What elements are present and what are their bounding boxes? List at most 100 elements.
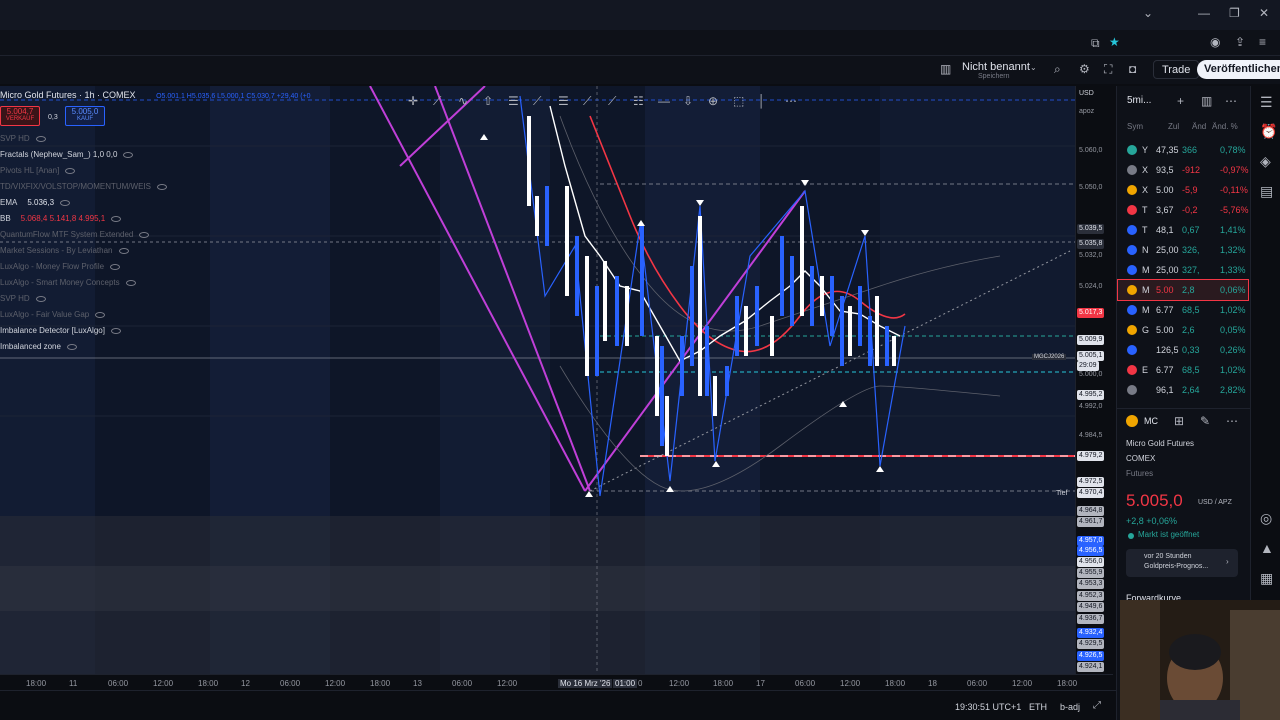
eye-icon[interactable] (111, 215, 122, 222)
ruler-icon[interactable]: ⟋ (533, 95, 541, 107)
trade-button[interactable]: Trade (1153, 60, 1200, 79)
indicator-item[interactable]: Fractals (Nephew_Sam_) 1,0 0,0 (0, 150, 134, 159)
indicator-item[interactable]: LuxAlgo - Smart Money Concepts (0, 278, 136, 287)
eye-icon[interactable] (125, 279, 136, 286)
eye-icon[interactable] (156, 183, 167, 190)
maximize-icon[interactable]: ❐ (1229, 6, 1240, 20)
camera-icon[interactable]: ◘ (1129, 63, 1136, 75)
eye-icon[interactable] (35, 135, 46, 142)
watchlist-row[interactable]: X 93,5 -912 -0,97% (1118, 160, 1249, 180)
indicator-item[interactable]: Market Sessions - By Leviathan (0, 246, 129, 255)
indicator-item[interactable]: LuxAlgo - Fair Value Gap (0, 310, 106, 319)
layout-name[interactable]: Nicht benannt (962, 61, 1030, 73)
vertical-line-icon[interactable]: │ (758, 95, 766, 107)
eye-icon[interactable] (139, 231, 150, 238)
arrow-down-icon[interactable]: ⇩ (683, 95, 693, 107)
list-icon[interactable]: ☷ (633, 95, 644, 107)
expand-icon[interactable]: ⤢ (1093, 701, 1101, 711)
indicator-item[interactable]: Imbalanced zone (0, 342, 77, 351)
adjustment-toggle[interactable]: b-adj (1060, 702, 1080, 712)
horizontal-line-icon[interactable]: — (658, 95, 670, 107)
col-change[interactable]: Änd (1192, 122, 1206, 131)
target-icon[interactable]: ◎ (1260, 511, 1272, 525)
eye-icon[interactable] (66, 343, 77, 350)
sell-button[interactable]: 5.004,7 VERKAUF (0, 106, 40, 126)
watchlist-row[interactable]: E 6.77 68,5 1,02% (1118, 360, 1248, 380)
menu-icon[interactable]: ≡ (1259, 36, 1266, 48)
trend-line-icon[interactable]: ⟋ (433, 95, 441, 107)
currency-label[interactable]: USD (1079, 90, 1094, 97)
indicator-item[interactable]: SVP HD (0, 294, 46, 303)
watchlist-title[interactable]: 5mi... (1127, 95, 1151, 106)
watchlist-row[interactable]: 96,1 2,64 2,82% (1118, 380, 1248, 400)
grid-icon[interactable]: ⊞ (1174, 415, 1184, 427)
time-axis[interactable]: 18:00 11 06:00 12:00 18:00 12 06:00 12:00 18:00 1… (0, 674, 1113, 690)
clock[interactable]: 19:30:51 UTC+1 (955, 702, 1021, 712)
more-icon[interactable]: ⋯ (1226, 415, 1238, 427)
symbol-title[interactable]: Micro Gold Futures · 1h · COMEX (0, 90, 136, 100)
eye-icon[interactable] (95, 311, 106, 318)
layout-grid-icon[interactable]: ▥ (940, 63, 951, 75)
indicator-item[interactable]: Pivots HL [Anan] (0, 166, 76, 175)
share-icon[interactable]: ⇪ (1235, 36, 1245, 48)
plus-icon[interactable]: + (1177, 95, 1184, 107)
watchlist-row[interactable]: M 6.77 68,5 1,02% (1118, 300, 1248, 320)
fullscreen-icon[interactable]: ⛶ (1104, 63, 1112, 75)
more-icon[interactable]: ⋯ (1225, 95, 1237, 107)
layers-icon[interactable]: ◈ (1260, 154, 1271, 168)
details-name[interactable]: Micro Gold Futures (1126, 439, 1194, 448)
star-icon[interactable]: ★ (1109, 36, 1120, 48)
watchlist-row[interactable]: M 25,00 327, 1,33% (1118, 260, 1248, 280)
eye-icon[interactable] (60, 199, 71, 206)
chart-icon[interactable]: ▦ (1260, 571, 1273, 585)
eye-icon[interactable] (118, 247, 129, 254)
cursor-icon[interactable]: ✛ (408, 95, 418, 107)
eye-icon[interactable] (110, 263, 121, 270)
unit-label[interactable]: apoz (1079, 108, 1094, 115)
watchlist-row[interactable]: 126,5 0,33 0,26% (1118, 340, 1248, 360)
publish-button[interactable]: Veröffentlichen (1197, 60, 1280, 79)
channel-icon[interactable]: ☰ (558, 95, 569, 107)
download-icon[interactable]: ⧉ (1091, 37, 1100, 49)
buy-button[interactable]: 5.005,0 KAUF (65, 106, 105, 126)
indicator-item[interactable]: TD/VIXFIX/VOLSTOP/MOMENTUM/WEIS (0, 182, 167, 191)
chevron-down-icon[interactable]: ⌄ (1030, 64, 1037, 72)
alert-icon[interactable]: ⏰ (1260, 124, 1277, 138)
price-chart[interactable] (0, 86, 1075, 674)
chart-canvas[interactable] (0, 86, 1075, 674)
indicator-item[interactable]: Imbalance Detector [LuxAlgo] (0, 326, 121, 335)
search-icon[interactable]: ⌕ (1054, 63, 1061, 75)
line-icon[interactable]: ⟋ (608, 95, 616, 107)
watchlist-row[interactable]: N 25,00 326, 1,32% (1118, 240, 1248, 260)
symbol-legend[interactable]: Micro Gold Futures · 1h · COMEX O5.001,1… (0, 90, 311, 100)
more-tools-icon[interactable]: ⋯ (785, 95, 797, 107)
ray-icon[interactable]: ⟋ (583, 95, 591, 107)
news-card[interactable]: vor 20 Stunden Goldpreis-Prognos... › (1126, 549, 1238, 577)
watchlist-icon[interactable]: ☰ (1260, 95, 1273, 109)
watchlist-row[interactable]: Y 47,35 366 0,78% (1118, 140, 1248, 160)
target-icon[interactable]: ⊕ (708, 95, 718, 107)
watchlist-row[interactable]: X 5.00 -5,9 -0,11% (1118, 180, 1248, 200)
watchlist-row[interactable]: G 5.00 2,6 0,05% (1118, 320, 1248, 340)
price-axis[interactable]: USD apoz 5.060,0 5.050,0 5.039,5 5.035,8 5.0… (1075, 86, 1113, 690)
calendar-icon[interactable]: ▤ (1260, 184, 1273, 198)
col-last[interactable]: Zul (1168, 122, 1179, 131)
eye-icon[interactable] (65, 167, 76, 174)
fib-icon[interactable]: ☰ (508, 95, 519, 107)
close-icon[interactable]: ✕ (1259, 6, 1269, 20)
arrow-up-icon[interactable]: ⇧ (483, 95, 493, 107)
watchlist-row[interactable]: T 3,67 -0,2 -5,76% (1118, 200, 1249, 220)
indicator-item[interactable]: SVP HD (0, 134, 46, 143)
minimize-icon[interactable]: — (1198, 6, 1210, 20)
eye-icon[interactable] (110, 327, 121, 334)
eye-icon[interactable] (123, 151, 134, 158)
session-toggle[interactable]: ETH (1029, 702, 1047, 712)
pattern-icon[interactable]: ∿ (458, 95, 468, 107)
indicator-item[interactable]: QuantumFlow MTF System Extended (0, 230, 150, 239)
watchlist-row[interactable]: T 48,1 0,67 1,41% (1118, 220, 1248, 240)
indicator-item[interactable]: BB 5.068,4 5.141,8 4.995,1 (0, 214, 122, 223)
eye-icon[interactable] (35, 295, 46, 302)
user-icon[interactable]: ◉ (1210, 36, 1220, 48)
settings-icon[interactable]: ⚙ (1079, 63, 1090, 75)
edit-icon[interactable]: ✎ (1200, 415, 1210, 427)
